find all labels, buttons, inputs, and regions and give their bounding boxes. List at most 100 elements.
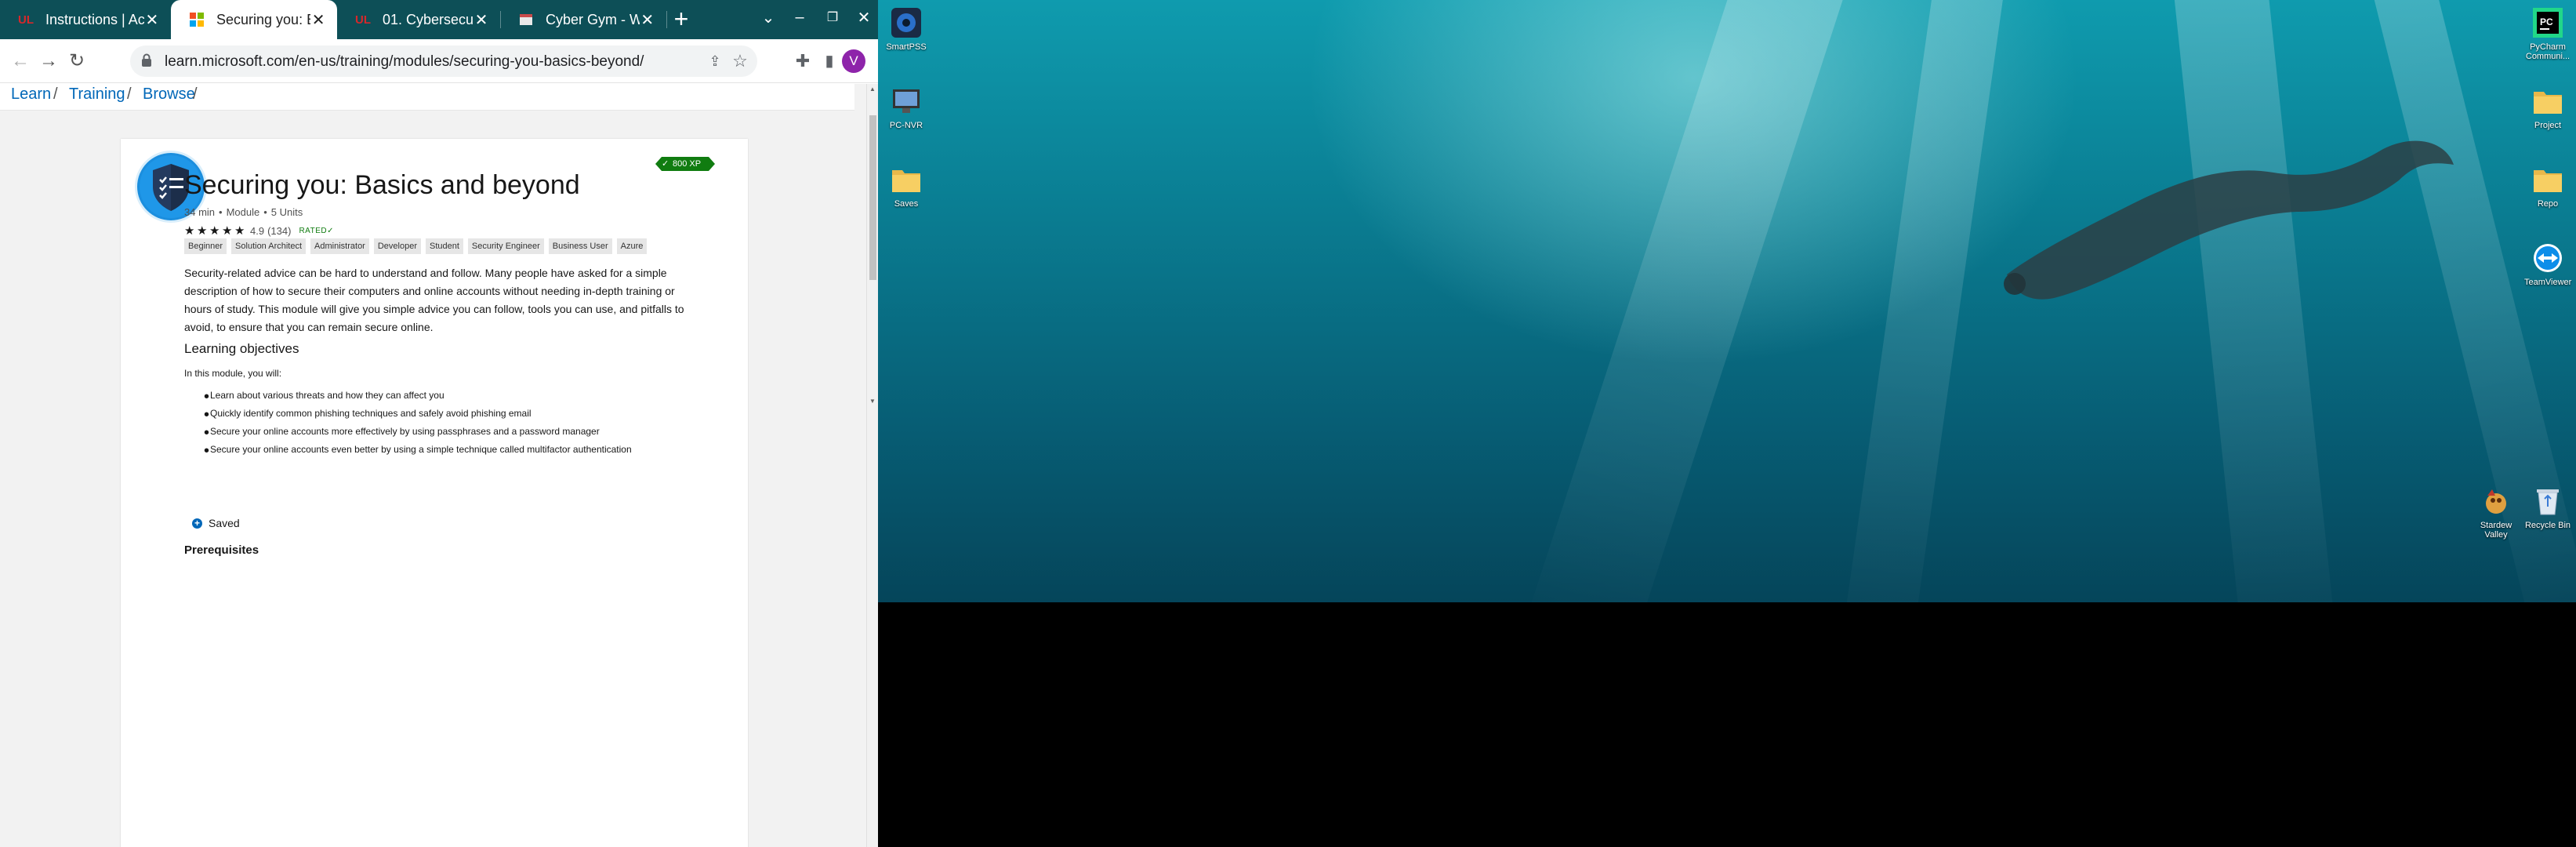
microsoft-logo-icon <box>188 11 205 28</box>
page-icon <box>517 11 535 28</box>
light-ray <box>1525 0 1848 602</box>
objectives-intro: In this module, you will: <box>184 368 282 379</box>
saved-label: Saved <box>209 517 240 529</box>
desktop-icon-stardew-valley[interactable]: Stardew Valley <box>2473 485 2520 540</box>
objectives-list: Learn about various threats and how they… <box>196 388 632 462</box>
module-meta: 34 min • Module • 5 Units <box>184 206 303 218</box>
address-bar[interactable]: learn.microsoft.com/en-us/training/modul… <box>130 45 757 77</box>
desktop-icon-repo[interactable]: Repo <box>2524 163 2571 209</box>
desktop-wallpaper: SmartPSS PC-NVR Saves PC PyCharm Communi… <box>878 0 2576 602</box>
scrollbar-thumb[interactable] <box>869 115 876 280</box>
module-card: ✓ 800 XP Securing you: Basics and beyond… <box>121 139 748 847</box>
close-tab-icon[interactable]: ✕ <box>310 10 326 30</box>
desktop-icon-label: Project <box>2534 121 2562 130</box>
page-title: Securing you: Basics and beyond <box>184 170 580 200</box>
folder-icon <box>890 163 923 196</box>
unit-count: 5 Units <box>270 206 303 218</box>
star-icon: ★ <box>209 224 220 238</box>
forward-arrow-icon[interactable]: → <box>36 49 61 74</box>
freediver-silhouette <box>2004 140 2454 300</box>
share-icon[interactable]: ⇪ <box>702 49 727 74</box>
breadcrumb-separator: / <box>127 85 132 103</box>
pc-nvr-icon <box>890 85 923 118</box>
tab-instructions[interactable]: UL Instructions | Activities | 01. Cyber… <box>0 0 171 39</box>
url-text: learn.microsoft.com/en-us/training/modul… <box>165 53 644 70</box>
desktop-icon-pycharm[interactable]: PC PyCharm Communi... <box>2524 6 2571 61</box>
saved-button[interactable]: + Saved <box>192 510 240 536</box>
learning-objectives-heading: Learning objectives <box>184 341 299 356</box>
prerequisites-heading: Prerequisites <box>184 543 259 557</box>
desktop-icon-label: Recycle Bin <box>2524 521 2571 530</box>
tag-administrator[interactable]: Administrator <box>310 238 369 254</box>
screen-black-area <box>878 602 2576 847</box>
tag-azure[interactable]: Azure <box>616 238 648 254</box>
breadcrumb-learn[interactable]: Learn <box>11 85 51 104</box>
desktop-icon-label: PC-NVR <box>889 121 923 130</box>
list-item: Secure your online accounts even better … <box>196 442 632 462</box>
module-description: Security-related advice can be hard to u… <box>184 267 684 333</box>
desktop-icon-label: Saves <box>894 199 919 209</box>
rating-count: (134) <box>267 224 292 237</box>
tag-business-user[interactable]: Business User <box>548 238 612 254</box>
scroll-up-arrow-icon[interactable]: ▲ <box>869 85 876 93</box>
page-scrollbar[interactable]: ▲ ▼ <box>866 84 878 847</box>
checkmark-icon: ✓ <box>662 159 669 169</box>
new-tab-button[interactable]: + <box>666 5 696 35</box>
tab-securing-you[interactable]: Securing you: Basics and beyond ✕ <box>171 0 337 39</box>
breadcrumb-separator: / <box>193 85 198 103</box>
back-arrow-icon[interactable]: ← <box>8 49 33 74</box>
close-tab-icon[interactable]: ✕ <box>144 10 160 30</box>
tab-title: Securing you: Basics and beyond <box>216 11 310 27</box>
tab-title: Instructions | Activities | 01. Cyber <box>45 11 144 27</box>
scroll-down-arrow-icon[interactable]: ▼ <box>869 398 876 405</box>
folder-icon <box>2531 163 2564 196</box>
bookmark-star-icon[interactable]: ☆ <box>727 49 753 74</box>
desktop-icon-teamviewer[interactable]: TeamViewer <box>2524 242 2571 287</box>
desktop-icon-saves[interactable]: Saves <box>883 163 930 209</box>
star-half-icon: ★ <box>234 224 245 238</box>
lock-icon <box>142 53 151 67</box>
desktop-icon-pc-nvr[interactable]: PC-NVR <box>883 85 930 130</box>
teamviewer-icon <box>2531 242 2564 274</box>
tag-solution-architect[interactable]: Solution Architect <box>231 238 307 254</box>
breadcrumb: Learn / Training / Browse / <box>0 84 854 111</box>
extensions-puzzle-icon[interactable]: ✚ <box>790 49 815 74</box>
tab-title: 01. Cybersecurity Program: Start <box>383 11 474 27</box>
desktop-icon-recycle-bin[interactable]: Recycle Bin <box>2524 485 2571 530</box>
tab-cyber-gym[interactable]: Cyber Gym - Workout ✕ <box>500 0 666 39</box>
rated-label: RATED✓ <box>299 226 334 235</box>
plus-circle-icon: + <box>192 518 202 529</box>
tag-list: Beginner Solution Architect Administrato… <box>184 238 648 254</box>
close-tab-icon[interactable]: ✕ <box>640 10 655 30</box>
tag-developer[interactable]: Developer <box>373 238 421 254</box>
list-item: Secure your online accounts more effecti… <box>196 424 632 444</box>
close-tab-icon[interactable]: ✕ <box>473 10 489 30</box>
breadcrumb-separator: / <box>53 85 58 103</box>
ul-logo-icon: UL <box>18 13 34 27</box>
desktop-icon-project[interactable]: Project <box>2524 85 2571 130</box>
breadcrumb-training[interactable]: Training <box>69 85 125 104</box>
rating-score: 4.9 <box>250 224 265 237</box>
list-item: Learn about various threats and how they… <box>196 388 632 408</box>
desktop-icon-label: SmartPSS <box>886 42 927 52</box>
side-panel-icon[interactable]: ▮ <box>817 49 842 74</box>
star-icon: ★ <box>222 224 233 238</box>
xp-value: 800 XP <box>673 159 702 169</box>
pycharm-icon: PC <box>2531 6 2564 39</box>
desktop-icon-label: Stardew Valley <box>2480 521 2513 540</box>
profile-avatar[interactable]: V <box>842 49 865 73</box>
star-icon: ★ <box>184 224 195 238</box>
star-icon: ★ <box>197 224 208 238</box>
tag-security-engineer[interactable]: Security Engineer <box>467 238 544 254</box>
tag-student[interactable]: Student <box>425 238 463 254</box>
tab-cybersecurity-program[interactable]: UL 01. Cybersecurity Program: Start ✕ <box>337 0 500 39</box>
reload-icon[interactable]: ↻ <box>64 49 89 74</box>
breadcrumb-browse[interactable]: Browse <box>143 85 195 104</box>
tab-title: Cyber Gym - Workout <box>546 11 640 27</box>
recycle-bin-icon <box>2531 485 2564 518</box>
desktop-icon-label: TeamViewer <box>2524 278 2572 287</box>
tag-beginner[interactable]: Beginner <box>184 238 227 254</box>
desktop-icon-smartpss[interactable]: SmartPSS <box>883 6 930 52</box>
svg-text:PC: PC <box>2540 16 2553 27</box>
smartpss-icon <box>890 6 923 39</box>
